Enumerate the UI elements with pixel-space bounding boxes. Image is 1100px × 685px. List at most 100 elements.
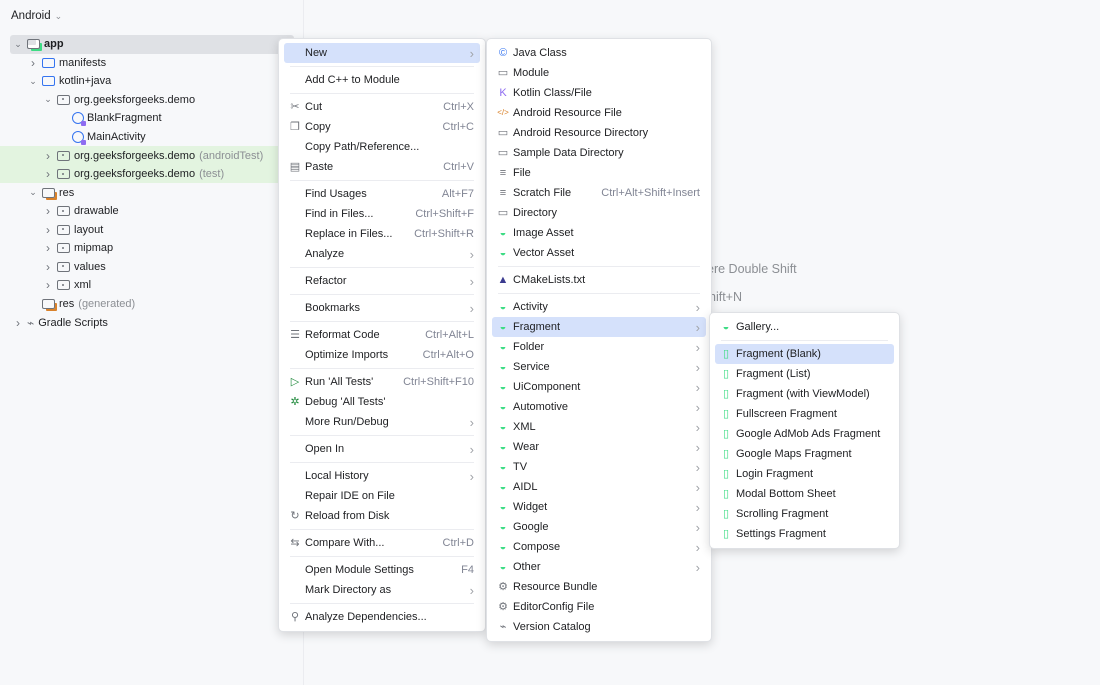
chevron-down-icon[interactable]: ⌄ bbox=[12, 39, 24, 50]
menu-item-paste[interactable]: ▤ Paste Ctrl+V bbox=[284, 157, 480, 177]
tree-item-org-geeksforgeeks-demo[interactable]: ⌄ org.geeksforgeeks.demo bbox=[0, 91, 304, 110]
tree-item-layout[interactable]: › layout bbox=[0, 221, 304, 240]
menu-item-local-history[interactable]: Local History › bbox=[284, 466, 480, 486]
menu-item-find-in-files[interactable]: Find in Files... Ctrl+Shift+F bbox=[284, 204, 480, 224]
tree-item-drawable[interactable]: › drawable bbox=[0, 202, 304, 221]
menu-item-wear[interactable]: ◒ Wear › bbox=[492, 437, 706, 457]
menu-item-file[interactable]: ≡ File bbox=[492, 163, 706, 183]
tree-item-mainactivity[interactable]: MainActivity bbox=[0, 128, 304, 147]
menu-item-other[interactable]: ◒ Other › bbox=[492, 557, 706, 577]
menu-item-compose[interactable]: ◒ Compose › bbox=[492, 537, 706, 557]
tree-item-xml[interactable]: › xml bbox=[0, 276, 304, 295]
chevron-down-icon[interactable]: ⌄ bbox=[42, 94, 54, 105]
menu-item-fragment[interactable]: ◒ Fragment › bbox=[492, 317, 706, 337]
menu-item-reformat-code[interactable]: ☰ Reformat Code Ctrl+Alt+L bbox=[284, 325, 480, 345]
menu-item-editorconfig-file[interactable]: ⚙ EditorConfig File bbox=[492, 597, 706, 617]
menu-item-refactor[interactable]: Refactor › bbox=[284, 271, 480, 291]
menu-item-fullscreen-fragment[interactable]: ▯ Fullscreen Fragment bbox=[715, 404, 894, 424]
tree-item-org-geeksforgeeks-demo-androidtest[interactable]: › org.geeksforgeeks.demo (androidTest) bbox=[0, 146, 304, 165]
tree-item-manifests[interactable]: › manifests bbox=[0, 54, 304, 73]
menu-item-cut[interactable]: ✂ Cut Ctrl+X bbox=[284, 97, 480, 117]
menu-item-fragment-blank[interactable]: ▯ Fragment (Blank) bbox=[715, 344, 894, 364]
menu-item-run-all-tests[interactable]: ▷ Run 'All Tests' Ctrl+Shift+F10 bbox=[284, 372, 480, 392]
menu-item-android-resource-file[interactable]: </> Android Resource File bbox=[492, 103, 706, 123]
menu-item-tv[interactable]: ◒ TV › bbox=[492, 457, 706, 477]
menu-item-google[interactable]: ◒ Google › bbox=[492, 517, 706, 537]
menu-item-module[interactable]: ▭ Module bbox=[492, 63, 706, 83]
chevron-right-icon[interactable]: › bbox=[27, 56, 39, 70]
tree-item-app[interactable]: ⌄ app bbox=[10, 35, 294, 54]
menu-item-replace-in-files[interactable]: Replace in Files... Ctrl+Shift+R bbox=[284, 224, 480, 244]
menu-item-debug-all-tests[interactable]: ✲ Debug 'All Tests' bbox=[284, 392, 480, 412]
shortcut: Ctrl+Shift+R bbox=[414, 228, 474, 240]
menu-item-label: EditorConfig File bbox=[513, 601, 595, 613]
chevron-down-icon[interactable]: ⌄ bbox=[27, 76, 39, 87]
menu-item-fragment-list[interactable]: ▯ Fragment (List) bbox=[715, 364, 894, 384]
menu-item-analyze-dependencies[interactable]: ⚲ Analyze Dependencies... bbox=[284, 607, 480, 627]
menu-item-image-asset[interactable]: ◒ Image Asset bbox=[492, 223, 706, 243]
menu-item-label: Scrolling Fragment bbox=[736, 508, 829, 520]
tree-item-org-geeksforgeeks-demo-test[interactable]: › org.geeksforgeeks.demo (test) bbox=[0, 164, 304, 184]
tree-item-kotlin-java[interactable]: ⌄ kotlin+java bbox=[0, 72, 304, 91]
chevron-right-icon[interactable]: › bbox=[12, 316, 24, 330]
tree-item-values[interactable]: › values bbox=[0, 258, 304, 277]
menu-item-scratch-file[interactable]: ≡ Scratch File Ctrl+Alt+Shift+Insert bbox=[492, 183, 706, 203]
menu-item-open-module-settings[interactable]: Open Module Settings F4 bbox=[284, 560, 480, 580]
chevron-right-icon[interactable]: › bbox=[42, 149, 54, 163]
menu-item-cmakelists-txt[interactable]: ▲ CMakeLists.txt bbox=[492, 270, 706, 290]
menu-item-kotlin-class-file[interactable]: K Kotlin Class/File bbox=[492, 83, 706, 103]
menu-item-new[interactable]: New › bbox=[284, 43, 480, 63]
menu-item-copy[interactable]: ❐ Copy Ctrl+C bbox=[284, 117, 480, 137]
menu-item-google-maps-fragment[interactable]: ▯ Google Maps Fragment bbox=[715, 444, 894, 464]
chevron-right-icon[interactable]: › bbox=[42, 278, 54, 292]
menu-item-scrolling-fragment[interactable]: ▯ Scrolling Fragment bbox=[715, 504, 894, 524]
menu-item-resource-bundle[interactable]: ⚙ Resource Bundle bbox=[492, 577, 706, 597]
tree-item-res[interactable]: ⌄ res bbox=[0, 183, 304, 202]
tree-item-blankfragment[interactable]: BlankFragment bbox=[0, 109, 304, 128]
menu-item-version-catalog[interactable]: ⌁ Version Catalog bbox=[492, 617, 706, 637]
menu-item-reload-from-disk[interactable]: ↻ Reload from Disk bbox=[284, 506, 480, 526]
chevron-right-icon[interactable]: › bbox=[42, 204, 54, 218]
menu-item-mark-directory-as[interactable]: Mark Directory as › bbox=[284, 580, 480, 600]
menu-item-directory[interactable]: ▭ Directory bbox=[492, 203, 706, 223]
menu-item-analyze[interactable]: Analyze › bbox=[284, 244, 480, 264]
tree-item-res-generated[interactable]: res (generated) bbox=[0, 295, 304, 314]
menu-item-widget[interactable]: ◒ Widget › bbox=[492, 497, 706, 517]
tree-item-mipmap[interactable]: › mipmap bbox=[0, 239, 304, 258]
menu-item-xml[interactable]: ◒ XML › bbox=[492, 417, 706, 437]
menu-item-gallery[interactable]: ◒ Gallery... bbox=[715, 317, 894, 337]
chevron-right-icon[interactable]: › bbox=[42, 260, 54, 274]
menu-item-more-run-debug[interactable]: More Run/Debug › bbox=[284, 412, 480, 432]
menu-item-fragment-with-viewmodel[interactable]: ▯ Fragment (with ViewModel) bbox=[715, 384, 894, 404]
menu-item-aidl[interactable]: ◒ AIDL › bbox=[492, 477, 706, 497]
chevron-right-icon: › bbox=[695, 419, 700, 435]
project-view-selector[interactable]: Android ⌄ bbox=[11, 10, 62, 22]
chevron-right-icon[interactable]: › bbox=[42, 167, 54, 181]
menu-item-login-fragment[interactable]: ▯ Login Fragment bbox=[715, 464, 894, 484]
menu-item-google-admob-ads-fragment[interactable]: ▯ Google AdMob Ads Fragment bbox=[715, 424, 894, 444]
menu-item-repair-ide-on-file[interactable]: Repair IDE on File bbox=[284, 486, 480, 506]
menu-item-vector-asset[interactable]: ◒ Vector Asset bbox=[492, 243, 706, 263]
menu-item-bookmarks[interactable]: Bookmarks › bbox=[284, 298, 480, 318]
menu-item-find-usages[interactable]: Find Usages Alt+F7 bbox=[284, 184, 480, 204]
tree-item-gradle-scripts[interactable]: › ⌁ Gradle Scripts bbox=[0, 313, 304, 332]
menu-item-folder[interactable]: ◒ Folder › bbox=[492, 337, 706, 357]
menu-item-settings-fragment[interactable]: ▯ Settings Fragment bbox=[715, 524, 894, 544]
menu-item-add-c-to-module[interactable]: Add C++ to Module bbox=[284, 70, 480, 90]
menu-item-modal-bottom-sheet[interactable]: ▯ Modal Bottom Sheet bbox=[715, 484, 894, 504]
menu-item-sample-data-directory[interactable]: ▭ Sample Data Directory bbox=[492, 143, 706, 163]
menu-item-automotive[interactable]: ◒ Automotive › bbox=[492, 397, 706, 417]
menu-item-copy-path-reference[interactable]: Copy Path/Reference... bbox=[284, 137, 480, 157]
menu-item-compare-with[interactable]: ⇆ Compare With... Ctrl+D bbox=[284, 533, 480, 553]
chevron-right-icon[interactable]: › bbox=[42, 223, 54, 237]
menu-item-service[interactable]: ◒ Service › bbox=[492, 357, 706, 377]
menu-item-optimize-imports[interactable]: Optimize Imports Ctrl+Alt+O bbox=[284, 345, 480, 365]
menu-item-java-class[interactable]: © Java Class bbox=[492, 43, 706, 63]
menu-item-open-in[interactable]: Open In › bbox=[284, 439, 480, 459]
menu-item-label: Paste bbox=[305, 161, 334, 173]
menu-item-uicomponent[interactable]: ◒ UiComponent › bbox=[492, 377, 706, 397]
chevron-right-icon[interactable]: › bbox=[42, 241, 54, 255]
chevron-down-icon[interactable]: ⌄ bbox=[27, 187, 39, 198]
menu-item-activity[interactable]: ◒ Activity › bbox=[492, 297, 706, 317]
menu-item-android-resource-directory[interactable]: ▭ Android Resource Directory bbox=[492, 123, 706, 143]
